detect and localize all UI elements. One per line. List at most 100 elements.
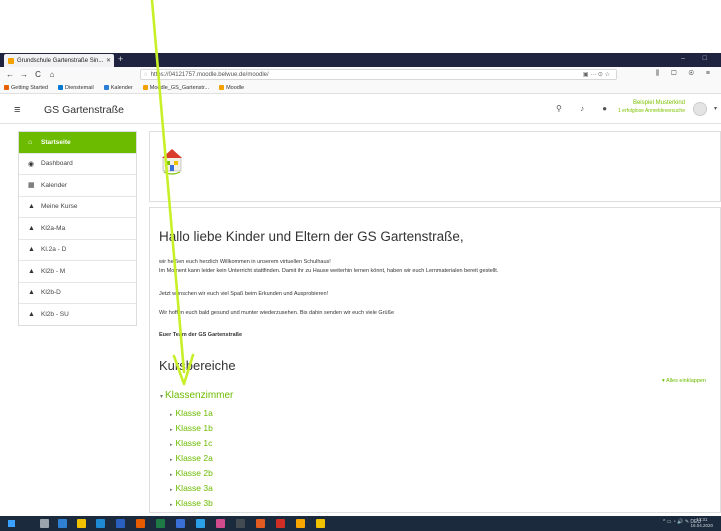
taskbar-app-icon[interactable] [156, 519, 165, 528]
moodle-header: ≡ GS Gartenstraße ⚲ ♪ ● Beispiel Musterk… [0, 95, 721, 124]
taskbar-app-icon[interactable] [216, 519, 225, 528]
graduation-cap-icon: ▲ [28, 267, 35, 275]
bookmark-label: Moodle [226, 84, 245, 91]
category-item[interactable]: ▸ Klasse 1b [170, 423, 213, 433]
taskbar-app-icon[interactable] [96, 519, 105, 528]
taskbar-app-icon[interactable] [116, 519, 125, 528]
category-item[interactable]: ▸ Klasse 1c [170, 438, 212, 448]
browser-toolbar-icons[interactable]: ⫼ ▢ ⊛ ≡ [656, 70, 715, 78]
sidebar-item-course[interactable]: ▲ Kl.2a - D [19, 240, 136, 261]
welcome-text: wir heißen euch herzlich Willkommen in u… [159, 259, 331, 265]
sidebar-item-label: Startseite [41, 138, 71, 146]
category-item[interactable]: ▸ Klasse 3b [170, 498, 213, 508]
section-title: Kursbereiche [159, 358, 236, 373]
sidebar-item-label: Kl2b - M [41, 267, 66, 275]
taskbar-app-icon[interactable] [136, 519, 145, 528]
dashboard-icon: ◉ [28, 160, 35, 168]
chevron-right-icon: ▸ [170, 502, 173, 508]
bookmark-dienstemail[interactable]: Dienstemail [58, 85, 94, 91]
header-icons[interactable]: ⚲ ♪ ● [556, 104, 615, 113]
new-tab-button[interactable]: + [118, 54, 123, 64]
taskbar-app-icon[interactable] [196, 519, 205, 528]
welcome-text: Jetzt wünschen wir euch viel Spaß beim E… [159, 291, 329, 297]
sidebar-item-course[interactable]: ▲ Kl2b-D [19, 283, 136, 304]
bookmark-moodle[interactable]: Moodle [219, 85, 244, 91]
collapse-all-link[interactable]: ▾ Alles einklappen [662, 378, 706, 384]
chevron-right-icon: ▸ [170, 427, 173, 433]
bookmark-getting-started[interactable]: Getting Started [4, 85, 48, 91]
logo-card [149, 131, 721, 202]
category-item[interactable]: ▸ Klasse 2a [170, 453, 213, 463]
category-label: Klasse 1b [175, 423, 213, 433]
user-name: Beispiel Musterkind [632, 100, 685, 106]
category-item[interactable]: ▸ Klasse 3a [170, 483, 213, 493]
maximize-icon[interactable]: □ [703, 55, 707, 62]
forward-button[interactable]: → [20, 70, 28, 79]
screenshot: Grundschule Gartenstraße Sin... ✕ + – □ … [0, 0, 721, 531]
taskbar-app-icon[interactable] [276, 519, 285, 528]
site-name[interactable]: GS Gartenstraße [44, 104, 124, 116]
firefox-icon [4, 85, 9, 90]
sidebar-item-label: Kl2b-D [41, 289, 61, 297]
category-label: Klasse 3b [175, 498, 213, 508]
category-label: Klasse 1c [175, 438, 213, 448]
graduation-cap-icon: ▲ [28, 289, 35, 297]
url-bar[interactable]: ◌ https://04121757.moodle.belwue.de/mood… [140, 69, 617, 80]
category-label: Klasse 2b [175, 468, 213, 478]
clock-date: 16.04.2020 [690, 523, 713, 528]
sidebar-item-dashboard[interactable]: ◉ Dashboard [19, 154, 136, 175]
user-menu[interactable]: Beispiel Musterkind 1 erfolglose Anmelde… [618, 100, 685, 114]
graduation-cap-icon: ▲ [28, 246, 35, 254]
bookmark-label: Kalender [110, 84, 133, 91]
taskbar-app-icon[interactable] [176, 519, 185, 528]
avatar[interactable] [693, 102, 707, 116]
taskbar-clock[interactable]: 13:31 16.04.2020 [690, 517, 713, 529]
sidebar-item-course[interactable]: ▲ Kl2b - M [19, 261, 136, 283]
category-item[interactable]: ▸ Klasse 1a [170, 408, 213, 418]
category-label: Klasse 3a [175, 483, 213, 493]
sidebar-item-meine-kurse[interactable]: ▲ Meine Kurse [19, 197, 136, 218]
moodle-icon [219, 85, 225, 90]
taskbar-app-icon[interactable] [77, 519, 86, 528]
chevron-right-icon: ▸ [170, 457, 173, 463]
category-klassenzimmer[interactable]: ▾ Klassenzimmer [160, 390, 233, 401]
welcome-signature: Euer Team der GS Gartenstraße [159, 332, 243, 338]
taskbar-app-icon[interactable] [236, 519, 245, 528]
windows-start-icon[interactable] [8, 520, 15, 527]
chevron-right-icon: ▸ [170, 442, 173, 448]
sidebar-item-kalender[interactable]: ▦ Kalender [19, 175, 136, 197]
category-item[interactable]: ▸ Klasse 2b [170, 468, 213, 478]
sidebar-item-course[interactable]: ▲ Kl2a-Ma [19, 218, 136, 240]
menu-icon[interactable]: ≡ [14, 104, 20, 116]
sidebar-item-label: Kl2b - SU [41, 311, 69, 319]
browser-nav-bar: ← → C ⌂ ◌ https://04121757.moodle.belwue… [0, 67, 721, 82]
taskbar-app-icon[interactable] [296, 519, 305, 528]
bookmark-moodle-gs[interactable]: Moodle_GS_Gartenstr... [142, 84, 210, 91]
taskbar-app-icon[interactable] [58, 519, 67, 528]
sidebar-item-course[interactable]: ▲ Kl2b - SU [19, 304, 136, 326]
bookmark-label: Moodle_GS_Gartenstr... [149, 84, 210, 91]
url-actions[interactable]: ▣ ··· ⊙ ☆ [583, 71, 610, 78]
home-button[interactable]: ⌂ [48, 70, 56, 79]
shield-icon: ◌ [144, 71, 148, 78]
nav-drawer: ⌂ Startseite ◉ Dashboard ▦ Kalender ▲ Meine … [18, 131, 137, 326]
moodle-icon [142, 85, 148, 90]
minimize-icon[interactable]: – [681, 55, 685, 62]
browser-tab[interactable]: Grundschule Gartenstraße Sin... ✕ [4, 54, 114, 67]
taskbar-app-icon[interactable] [256, 519, 265, 528]
graduation-cap-icon: ▲ [28, 311, 35, 319]
taskbar-app-icon[interactable] [40, 519, 49, 528]
chevron-down-icon[interactable]: ▾ [714, 105, 717, 112]
home-icon: ⌂ [28, 138, 33, 146]
browser-tab-bar: Grundschule Gartenstraße Sin... ✕ + – □ [0, 53, 721, 67]
back-button[interactable]: ← [6, 70, 14, 79]
taskbar-app-icon[interactable] [316, 519, 325, 528]
bookmark-kalender[interactable]: Kalender [103, 84, 133, 91]
reload-button[interactable]: C [34, 70, 42, 79]
tab-close-icon[interactable]: ✕ [106, 57, 111, 64]
login-note: 1 erfolglose Anmeldeversuche [618, 108, 685, 114]
tab-title: Grundschule Gartenstraße Sin... [17, 57, 104, 64]
frontpage-content: Hallo liebe Kinder und Eltern der GS Gar… [149, 207, 721, 513]
sidebar-item-label: Dashboard [41, 160, 73, 168]
sidebar-item-startseite[interactable]: ⌂ Startseite [19, 132, 136, 154]
